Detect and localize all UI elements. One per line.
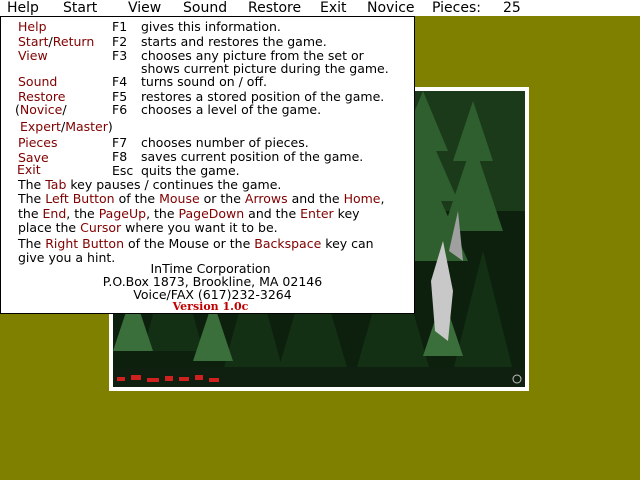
cmd-start-return: Start/Return: [18, 34, 95, 49]
cmd-novice: (Novice/: [15, 102, 67, 117]
desc-f1: gives this information.: [141, 19, 281, 34]
key-f8: F8: [112, 149, 128, 164]
key-f1: F1: [112, 19, 128, 34]
cmd-expert-master: Expert/Master): [20, 119, 113, 134]
menu-view[interactable]: View: [128, 0, 161, 16]
hint-info-line1: The Right Button of the Mouse or the Bac…: [18, 236, 374, 251]
menu-sound[interactable]: Sound: [183, 0, 227, 16]
menu-help[interactable]: Help: [7, 0, 39, 16]
desc-esc: quits the game.: [141, 163, 240, 178]
desc-f6: chooses a level of the game.: [141, 102, 322, 117]
menu-pieces[interactable]: Pieces:: [432, 0, 481, 16]
key-f7: F7: [112, 135, 128, 150]
pieces-count: 25: [503, 0, 521, 16]
key-f2: F2: [112, 34, 128, 49]
key-esc: Esc: [112, 163, 134, 178]
key-f4: F4: [112, 74, 128, 89]
desc-f8: saves current position of the game.: [141, 149, 364, 164]
desc-f4: turns sound on / off.: [141, 74, 268, 89]
version-label: Version 1.0c: [172, 300, 249, 313]
key-f6: F6: [112, 102, 128, 117]
menu-restore[interactable]: Restore: [248, 0, 301, 16]
mouse-info-line3: place the Cursor where you want it to be…: [18, 220, 278, 235]
cmd-pieces: Pieces: [18, 135, 58, 150]
cmd-sound: Sound: [18, 74, 58, 89]
menu-bar: Help Start View Sound Restore Exit Novic…: [0, 0, 640, 16]
mouse-info-line2: the End, the PageUp, the PageDown and th…: [18, 206, 360, 221]
menu-start[interactable]: Start: [63, 0, 97, 16]
key-f3: F3: [112, 48, 128, 63]
help-panel: Help F1 gives this information. Start/Re…: [0, 16, 415, 314]
menu-exit[interactable]: Exit: [320, 0, 347, 16]
menu-level[interactable]: Novice: [367, 0, 415, 16]
cmd-view: View: [18, 48, 48, 63]
desc-f7: chooses number of pieces.: [141, 135, 309, 150]
mouse-info-line1: The Left Button of the Mouse or the Arro…: [18, 191, 385, 206]
desc-f2: starts and restores the game.: [141, 34, 327, 49]
tab-info: The Tab key pauses / continues the game.: [18, 177, 282, 192]
cmd-exit: Exit: [17, 162, 41, 177]
cmd-help: Help: [18, 19, 47, 34]
